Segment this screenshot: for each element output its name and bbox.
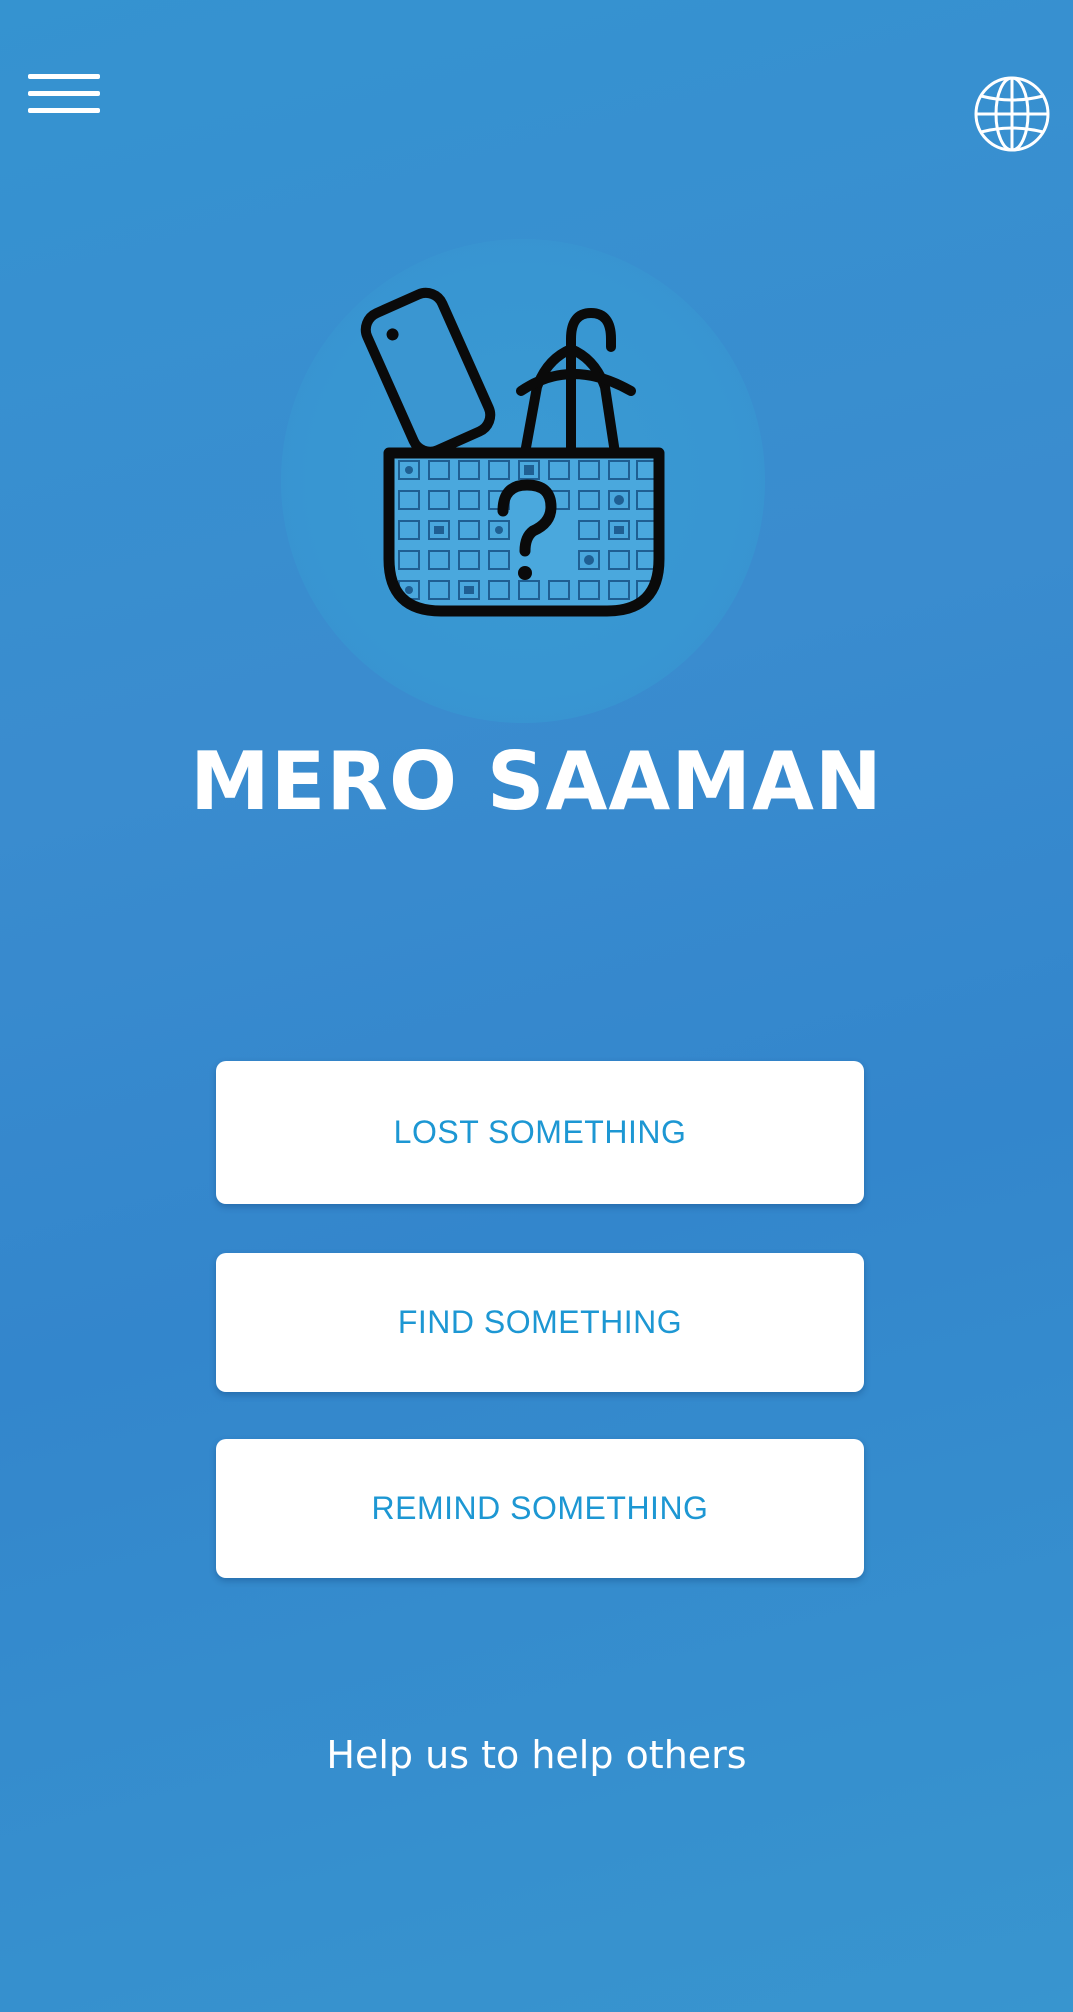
globe-icon bbox=[974, 76, 1050, 152]
help-others-link[interactable]: Help us to help others bbox=[0, 1730, 1073, 1780]
find-something-button[interactable]: FIND SOMETHING bbox=[216, 1253, 864, 1392]
app-logo bbox=[281, 239, 765, 723]
menu-line bbox=[28, 91, 100, 96]
lost-something-button[interactable]: LOST SOMETHING bbox=[216, 1061, 864, 1204]
language-button[interactable] bbox=[972, 74, 1052, 154]
menu-line bbox=[28, 108, 100, 113]
remind-something-button[interactable]: REMIND SOMETHING bbox=[216, 1439, 864, 1578]
app-title: MERO SAAMAN bbox=[190, 735, 883, 828]
find-something-label: FIND SOMETHING bbox=[397, 1304, 683, 1340]
menu-button[interactable] bbox=[28, 72, 102, 118]
remind-something-label: REMIND SOMETHING bbox=[371, 1490, 709, 1526]
hamburger-menu-icon bbox=[28, 74, 100, 79]
lost-something-label: LOST SOMETHING bbox=[393, 1114, 687, 1150]
basket-with-phone-umbrella-question-icon bbox=[360, 287, 665, 617]
